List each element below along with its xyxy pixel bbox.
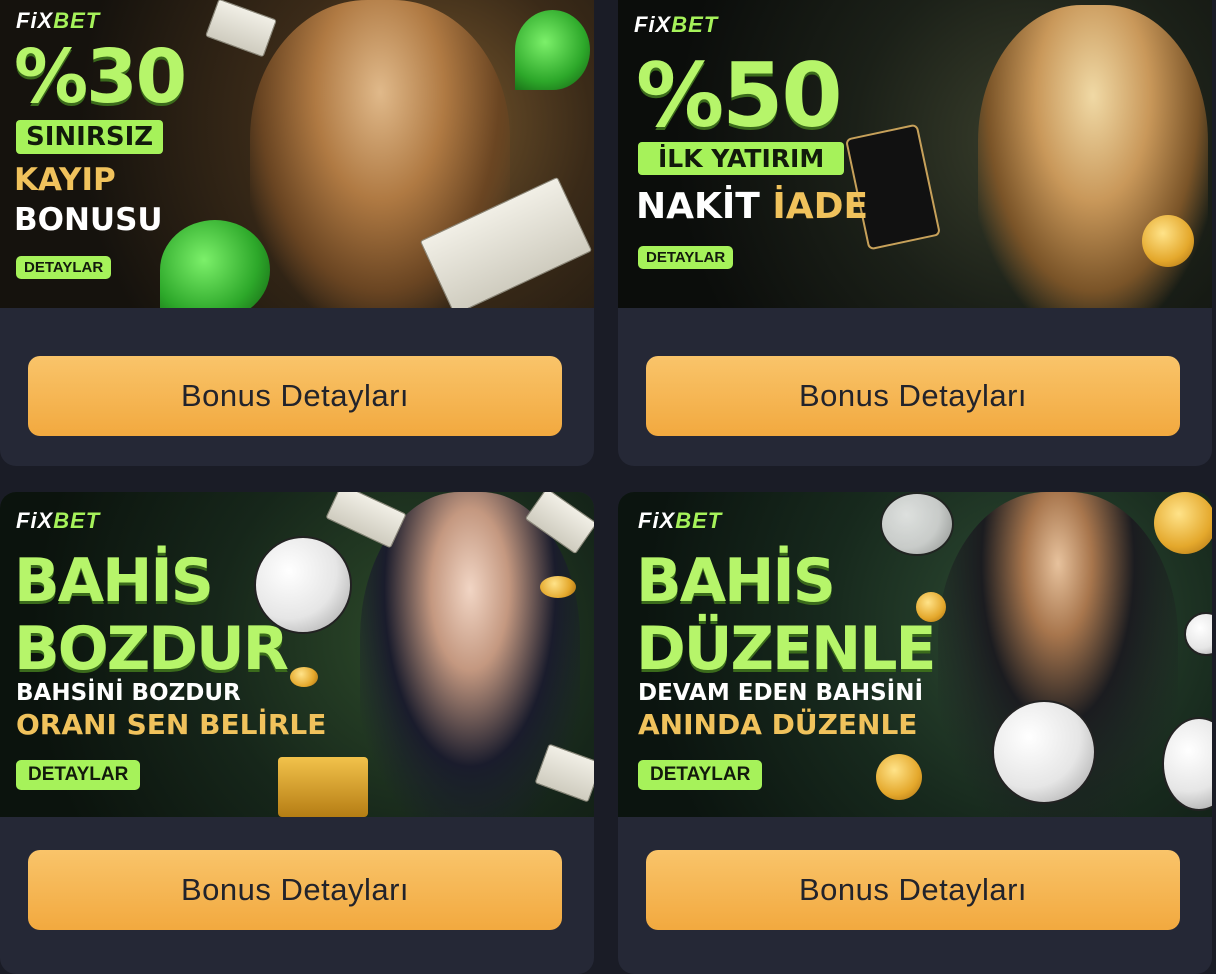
fixbet-logo: FiXBET xyxy=(638,508,723,533)
coin-icon xyxy=(290,667,318,687)
bonus-line-2: ORANI SEN BELİRLE xyxy=(16,708,327,741)
bonus-headline-1: BAHİS xyxy=(14,546,214,616)
bonus-line-1: BAHSİNİ BOZDUR xyxy=(16,680,241,706)
bonus-banner[interactable]: FiXBET %50 İLK YATIRIM NAKİT İADE DETAYL… xyxy=(618,0,1212,308)
bonus-details-button[interactable]: Bonus Detayları xyxy=(28,356,562,436)
details-badge[interactable]: DETAYLAR xyxy=(638,246,734,269)
details-badge[interactable]: DETAYLAR xyxy=(16,256,112,279)
gift-box-icon xyxy=(278,757,368,817)
banknote-icon xyxy=(325,492,407,549)
details-badge[interactable]: DETAYLAR xyxy=(16,760,141,790)
banknote-icon xyxy=(205,0,277,58)
fixbet-logo: FiXBET xyxy=(16,508,101,533)
bonus-grid: FiXBET %30 SINIRSIZ KAYIP BONUSU DETAYLA… xyxy=(0,0,1216,974)
bonus-tag: İLK YATIRIM xyxy=(638,142,845,175)
coin-icon xyxy=(1142,215,1194,267)
clover-icon xyxy=(515,10,590,90)
details-badge[interactable]: DETAYLAR xyxy=(638,760,763,790)
bonus-headline-1: BAHİS xyxy=(636,546,836,616)
coin-icon xyxy=(876,754,922,800)
bonus-line-2: BONUSU xyxy=(14,202,163,238)
bonus-percentage: %50 xyxy=(636,44,843,147)
bonus-banner[interactable]: FiXBET %30 SINIRSIZ KAYIP BONUSU DETAYLA… xyxy=(0,0,594,308)
fixbet-logo: FiXBET xyxy=(16,8,101,33)
bonus-banner[interactable]: FiXBET BAHİS DÜZENLE DEVAM EDEN BAHSİNİ … xyxy=(618,492,1212,817)
bonus-details-button[interactable]: Bonus Detayları xyxy=(646,356,1180,436)
bonus-banner[interactable]: FiXBET BAHİS BOZDUR BAHSİNİ BOZDUR ORANI… xyxy=(0,492,594,817)
bonus-card-cashback: FiXBET %50 İLK YATIRIM NAKİT İADE DETAYL… xyxy=(618,0,1212,466)
fixbet-logo: FiXBET xyxy=(634,12,719,37)
bonus-line-1: NAKİT İADE xyxy=(636,186,869,227)
bonus-card-edit-bet: FiXBET BAHİS DÜZENLE DEVAM EDEN BAHSİNİ … xyxy=(618,492,1212,974)
bonus-line-1: KAYIP xyxy=(14,162,116,198)
coin-icon xyxy=(540,576,576,598)
football-icon xyxy=(992,700,1096,804)
football-icon xyxy=(880,492,954,556)
bonus-details-button[interactable]: Bonus Detayları xyxy=(646,850,1180,930)
bonus-card-loss-bonus: FiXBET %30 SINIRSIZ KAYIP BONUSU DETAYLA… xyxy=(0,0,594,466)
bonus-headline-2: BOZDUR xyxy=(14,614,289,684)
bonus-headline-2: DÜZENLE xyxy=(636,614,936,684)
bonus-card-cashout: FiXBET BAHİS BOZDUR BAHSİNİ BOZDUR ORANI… xyxy=(0,492,594,974)
bonus-line-2: ANINDA DÜZENLE xyxy=(638,708,918,741)
bonus-percentage: %30 xyxy=(14,34,187,120)
coin-icon xyxy=(1154,492,1212,554)
bonus-details-button[interactable]: Bonus Detayları xyxy=(28,850,562,930)
football-icon xyxy=(1184,612,1212,656)
bonus-line-1: DEVAM EDEN BAHSİNİ xyxy=(638,680,924,706)
bonus-tag: SINIRSIZ xyxy=(16,120,164,154)
